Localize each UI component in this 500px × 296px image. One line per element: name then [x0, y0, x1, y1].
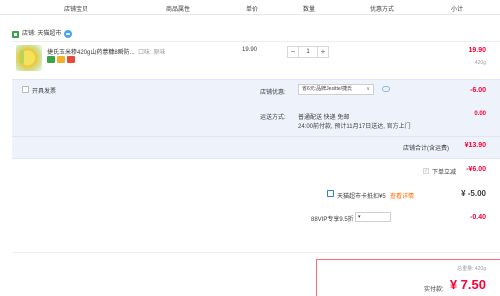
product-props: 口味: 原味	[138, 50, 166, 56]
unit-price: 19.90	[242, 47, 258, 53]
header-qty: 数量	[303, 7, 316, 13]
instant-discount-check-icon: ✓	[423, 168, 429, 174]
promo-select[interactable]: 省6元:品牌Jesitte/捷氏	[298, 84, 374, 95]
header-shop: 店铺宝贝	[64, 7, 89, 13]
total-weight: 总重量: 420g	[457, 266, 486, 272]
vip-select[interactable]: ▾	[355, 212, 391, 222]
qty-plus-button[interactable]: +	[317, 46, 329, 58]
shipping-amount: 0.00	[474, 111, 486, 117]
qty-minus-button[interactable]: −	[287, 46, 299, 58]
item-subtotal: 19.90	[468, 47, 486, 54]
shipping-method: 普通配送 快递 免邮	[298, 115, 350, 121]
promo-label: 店铺优惠:	[260, 90, 286, 96]
card-deduct-checkbox[interactable]	[327, 190, 334, 197]
divider	[12, 136, 500, 137]
divider	[12, 252, 500, 253]
badge-guarantee-icon	[57, 56, 65, 63]
shipping-eta: 24:00前付款, 预计11月17日送达, 官方上门	[298, 124, 411, 130]
vip-label: 88VIP专享9.5折	[311, 217, 354, 223]
product-thumbnail[interactable]	[16, 45, 42, 71]
header-promo: 优惠方式	[370, 7, 395, 13]
chat-icon[interactable]	[64, 30, 73, 38]
column-header: 店铺宝贝 商品属性 单价 数量 优惠方式 小计	[0, 0, 500, 15]
shop-icon	[12, 30, 19, 38]
shop-row: 店铺: 天猫超市	[12, 29, 73, 39]
shipping-label: 运送方式:	[260, 115, 286, 121]
card-deduct-amount: ¥ -5.00	[461, 189, 486, 198]
pay-label: 实付款:	[424, 287, 444, 293]
header-subtotal: 小计	[451, 7, 464, 13]
card-deduct-label: 天猫超市卡抵扣¥5	[337, 194, 386, 200]
pay-amount: ¥ 7.50	[449, 277, 486, 292]
shop-name[interactable]: 店铺: 天猫超市	[22, 31, 61, 38]
instant-discount-amount: -¥6.00	[466, 166, 486, 173]
store-total-label: 店铺合计(含运费)	[403, 146, 449, 152]
header-props: 商品属性	[166, 7, 191, 13]
divider	[12, 41, 500, 42]
item-weight: 420g	[474, 60, 486, 66]
card-details-link[interactable]: 查看详情	[390, 191, 414, 200]
promo-amount: -6.00	[470, 87, 486, 94]
vip-amount: -0.40	[470, 214, 486, 221]
store-total-amount: ¥13.90	[464, 142, 486, 149]
quantity-stepper[interactable]: − 1 +	[287, 46, 333, 58]
badge-credit-icon	[67, 56, 75, 63]
instant-discount-label: 下单立减	[432, 170, 457, 176]
header-unit-price: 单价	[246, 7, 259, 13]
service-badges	[47, 56, 75, 63]
invoice-label: 开具发票	[32, 89, 57, 95]
invoice-checkbox[interactable]	[22, 86, 29, 93]
badge-seven-day-icon	[47, 56, 55, 63]
promo-info-icon[interactable]	[382, 86, 390, 92]
qty-input[interactable]: 1	[299, 46, 317, 58]
